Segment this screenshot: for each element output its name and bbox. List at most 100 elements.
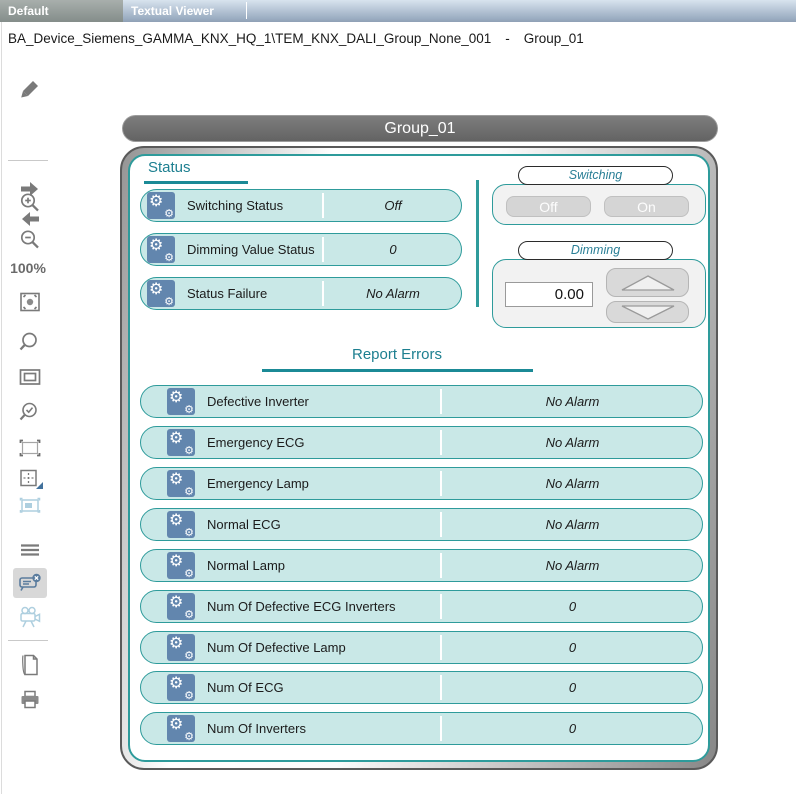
row-divider	[440, 471, 442, 496]
row-divider	[322, 281, 324, 306]
position-tool-icon[interactable]	[17, 465, 43, 491]
app-window: Default Textual Viewer BA_Device_Siemens…	[0, 0, 796, 794]
dimming-value-input[interactable]	[505, 282, 593, 307]
row-divider	[322, 193, 324, 218]
report-row-emergency-lamp: ⚙⚙ Emergency Lamp No Alarm	[140, 467, 703, 500]
report-row-label: Num Of Defective ECG Inverters	[207, 599, 396, 614]
report-row-emergency-ecg: ⚙⚙ Emergency ECG No Alarm	[140, 426, 703, 459]
report-row-value: No Alarm	[443, 435, 702, 450]
tab-bar: Default Textual Viewer	[0, 0, 796, 22]
switching-group-label: Switching	[518, 166, 673, 185]
gear-settings-icon[interactable]: ⚙⚙	[167, 388, 195, 415]
report-row-label: Num Of Inverters	[207, 721, 306, 736]
report-row-num-defective-ecg-inverters: ⚙⚙ Num Of Defective ECG Inverters 0	[140, 590, 703, 623]
print-icon[interactable]	[17, 687, 43, 713]
up-triangle-icon	[622, 276, 674, 290]
group-title: Group_01	[122, 115, 718, 142]
report-row-value: 0	[443, 599, 702, 614]
dimming-decrease-button[interactable]	[606, 301, 689, 323]
annotate-pen-icon[interactable]	[17, 77, 43, 103]
report-row-normal-lamp: ⚙⚙ Normal Lamp No Alarm	[140, 549, 703, 582]
tab-default[interactable]: Default	[0, 0, 123, 22]
down-triangle-icon	[622, 306, 674, 319]
select-region-icon[interactable]	[17, 435, 43, 461]
gear-settings-icon[interactable]: ⚙⚙	[147, 236, 175, 263]
status-row-value: 0	[325, 242, 461, 257]
annotation-search-icon[interactable]	[13, 568, 47, 598]
page-setup-icon[interactable]	[17, 652, 43, 678]
dimming-increase-button[interactable]	[606, 268, 689, 297]
gear-settings-icon[interactable]: ⚙⚙	[147, 280, 175, 307]
gear-settings-icon[interactable]: ⚙⚙	[167, 593, 195, 620]
report-row-normal-ecg: ⚙⚙ Normal ECG No Alarm	[140, 508, 703, 541]
breadcrumb-target: Group_01	[524, 31, 584, 46]
breadcrumb-separator: -	[505, 31, 510, 46]
row-divider	[440, 675, 442, 700]
row-divider	[440, 430, 442, 455]
report-row-label: Emergency ECG	[207, 435, 305, 450]
gear-settings-icon[interactable]: ⚙⚙	[167, 674, 195, 701]
report-row-value: No Alarm	[443, 558, 702, 573]
status-row-switching-status: ⚙⚙ Switching Status Off	[140, 189, 462, 222]
zoom-out-icon[interactable]	[17, 227, 43, 253]
group-panel-frame: Status ⚙⚙ Switching Status Off ⚙⚙ Dimmin…	[120, 146, 718, 770]
row-divider	[440, 594, 442, 619]
status-underline	[144, 181, 248, 184]
tab-separator	[246, 2, 247, 19]
status-row-status-failure: ⚙⚙ Status Failure No Alarm	[140, 277, 462, 310]
report-row-label: Num Of Defective Lamp	[207, 640, 346, 655]
fit-view-icon[interactable]	[17, 289, 43, 315]
breadcrumb: BA_Device_Siemens_GAMMA_KNX_HQ_1\TEM_KNX…	[0, 22, 796, 56]
group-panel: Status ⚙⚙ Switching Status Off ⚙⚙ Dimmin…	[128, 154, 710, 762]
status-heading: Status	[148, 159, 191, 176]
gear-settings-icon[interactable]: ⚙⚙	[167, 715, 195, 742]
status-row-value: No Alarm	[325, 286, 461, 301]
row-divider	[440, 389, 442, 414]
gear-settings-icon[interactable]: ⚙⚙	[167, 552, 195, 579]
report-row-value: No Alarm	[443, 517, 702, 532]
status-row-value: Off	[325, 198, 461, 213]
zoom-previous-icon[interactable]	[17, 399, 43, 425]
zoom-level-indicator[interactable]: 100%	[4, 260, 52, 276]
report-row-label: Num Of ECG	[207, 680, 284, 695]
report-row-value: 0	[443, 721, 702, 736]
row-divider	[440, 635, 442, 660]
gear-settings-icon[interactable]: ⚙⚙	[147, 192, 175, 219]
toolbar: 100%	[0, 64, 56, 794]
report-row-num-defective-lamp: ⚙⚙ Num Of Defective Lamp 0	[140, 631, 703, 664]
status-row-label: Status Failure	[187, 286, 267, 301]
report-row-value: 0	[443, 680, 702, 695]
toolbar-separator	[8, 640, 48, 641]
switching-group: Off On	[492, 184, 706, 225]
tab-textual-viewer[interactable]: Textual Viewer	[123, 0, 246, 22]
zoom-in-icon[interactable]	[17, 190, 43, 216]
snapshot-tool-icon[interactable]	[17, 492, 43, 518]
row-divider	[440, 716, 442, 741]
breadcrumb-path: BA_Device_Siemens_GAMMA_KNX_HQ_1\TEM_KNX…	[8, 31, 491, 46]
report-row-label: Normal ECG	[207, 517, 281, 532]
gear-settings-icon[interactable]: ⚙⚙	[167, 429, 195, 456]
report-errors-underline	[262, 369, 533, 372]
row-divider	[440, 553, 442, 578]
fit-window-icon[interactable]	[17, 364, 43, 390]
report-row-label: Normal Lamp	[207, 558, 285, 573]
report-row-value: 0	[443, 640, 702, 655]
switch-off-button[interactable]: Off	[506, 196, 591, 217]
status-row-label: Switching Status	[187, 198, 283, 213]
report-row-label: Emergency Lamp	[207, 476, 309, 491]
gear-settings-icon[interactable]: ⚙⚙	[167, 511, 195, 538]
toolbar-separator	[8, 160, 48, 161]
group-title-label: Group_01	[384, 120, 455, 137]
gear-settings-icon[interactable]: ⚙⚙	[167, 470, 195, 497]
report-row-value: No Alarm	[443, 476, 702, 491]
report-row-num-of-inverters: ⚙⚙ Num Of Inverters 0	[140, 712, 703, 745]
magnifier-icon[interactable]	[17, 329, 43, 355]
camera-tool-icon[interactable]	[17, 604, 43, 630]
row-divider	[322, 237, 324, 262]
gear-settings-icon[interactable]: ⚙⚙	[167, 634, 195, 661]
list-view-icon[interactable]	[17, 537, 43, 563]
tab-textual-viewer-label: Textual Viewer	[131, 4, 214, 18]
switch-on-button[interactable]: On	[604, 196, 689, 217]
status-controls-divider	[476, 180, 479, 307]
dimming-group	[492, 259, 706, 328]
